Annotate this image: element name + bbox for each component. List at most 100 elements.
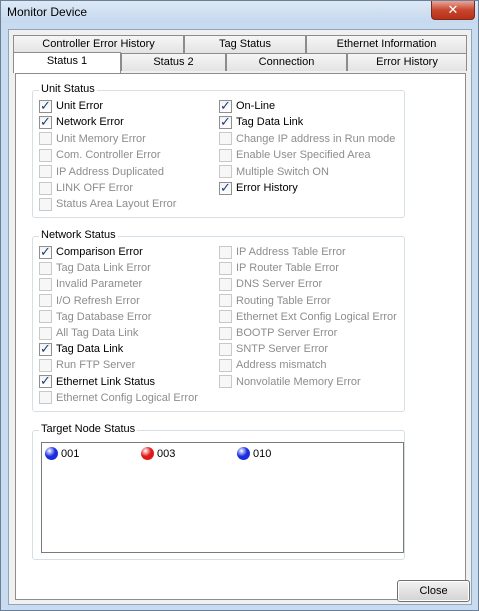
checkbox-box [219, 148, 232, 162]
checkbox-enable-user-specified-area: Enable User Specified Area [219, 148, 371, 162]
checkbox-label: Tag Data Link [56, 343, 124, 356]
checkbox-box[interactable]: ✓ [219, 97, 232, 113]
checkbox-box [219, 375, 232, 389]
checkbox-label: Network Error [56, 116, 124, 129]
unit-status-group: Unit Status ✓ Unit Error ✓ Network Error Uni… [32, 83, 405, 218]
checkbox-run-ftp-server: Run FTP Server [39, 358, 135, 372]
tab-ethernet-information[interactable]: Ethernet Information [306, 35, 467, 53]
checkbox-label: SNTP Server Error [236, 343, 329, 356]
checkbox-box [39, 326, 52, 340]
node-label: 001 [61, 447, 80, 460]
tab-label: Tag Status [219, 38, 271, 50]
checkbox-box[interactable]: ✓ [219, 180, 232, 195]
checkbox-label: Ethernet Config Logical Error [56, 391, 198, 404]
checkbox-box [219, 342, 232, 356]
checkbox-tag-data-link[interactable]: ✓ Tag Data Link [39, 340, 124, 356]
node-label: 003 [157, 447, 176, 460]
checkbox-ethernet-ext-config-logical-error: Ethernet Ext Config Logical Error [219, 310, 397, 324]
checkbox-label: Unit Error [56, 100, 104, 112]
checkbox-box [39, 197, 52, 211]
checkbox-box [219, 132, 232, 146]
checkbox-box[interactable]: ✓ [39, 373, 52, 389]
tab-status-2[interactable]: Status 2 [121, 53, 226, 71]
checkbox-network-error[interactable]: ✓ Network Error [39, 114, 124, 129]
checkbox-label: Ethernet Link Status [56, 375, 156, 388]
checkbox-box[interactable]: ✓ [219, 114, 232, 129]
checkbox-on-line[interactable]: ✓ On-Line [219, 97, 276, 113]
network-status-title: Network Status [39, 229, 118, 241]
checkbox-label: LINK OFF Error [56, 182, 134, 194]
checkbox-dns-server-error: DNS Server Error [219, 277, 322, 291]
checkbox-com-controller-error: Com. Controller Error [39, 148, 161, 162]
tab-tag-status[interactable]: Tag Status [184, 35, 306, 53]
check-icon: ✓ [40, 340, 51, 356]
checkbox-routing-table-error: Routing Table Error [219, 294, 331, 308]
checkbox-box [39, 261, 52, 275]
checkbox-box [39, 391, 52, 405]
tab-label: Error History [376, 56, 438, 68]
tab-status-1[interactable]: Status 1 [13, 52, 121, 73]
checkbox-box [39, 277, 52, 291]
checkbox-box [219, 165, 232, 179]
target-node-status-group: Target Node Status 001 003 010 [32, 423, 405, 560]
checkbox-ethernet-config-logical-error: Ethernet Config Logical Error [39, 391, 198, 405]
checkbox-tag-data-link[interactable]: ✓ Tag Data Link [219, 114, 304, 129]
checkbox-box [39, 165, 52, 179]
checkbox-label: Tag Data Link [236, 116, 304, 129]
checkbox-label: Status Area Layout Error [56, 198, 177, 211]
tab-connection[interactable]: Connection [226, 53, 347, 71]
tab-error-history[interactable]: Error History [347, 53, 467, 71]
check-icon: ✓ [40, 97, 51, 113]
checkbox-bootp-server-error: BOOTP Server Error [219, 326, 337, 340]
checkbox-label: IP Address Duplicated [56, 165, 165, 178]
checkbox-label: Address mismatch [236, 359, 327, 372]
checkbox-label: Nonvolatile Memory Error [236, 375, 361, 388]
status-1-panel: Unit Status ✓ Unit Error ✓ Network Error Uni… [15, 73, 466, 600]
checkbox-label: All Tag Data Link [56, 327, 139, 339]
checkbox-error-history[interactable]: ✓ Error History [219, 180, 298, 195]
checkbox-box [39, 132, 52, 146]
checkbox-box [219, 310, 232, 324]
close-button[interactable]: Close [397, 580, 470, 602]
checkbox-label: Ethernet Ext Config Logical Error [236, 310, 397, 323]
checkbox-comparison-error[interactable]: ✓ Comparison Error [39, 244, 143, 259]
node-status-icon [141, 447, 154, 460]
checkbox-label: Invalid Parameter [56, 278, 143, 291]
tab-label: Status 2 [153, 56, 194, 68]
checkbox-label: On-Line [236, 100, 276, 112]
tab-label: Ethernet Information [336, 38, 437, 50]
tab-label: Status 1 [46, 55, 88, 67]
checkbox-label: Tag Data Link Error [56, 262, 151, 275]
checkbox-box [219, 277, 232, 291]
window-title: Monitor Device [7, 5, 88, 19]
checkbox-change-ip-address-in-run-mode: Change IP address in Run mode [219, 132, 395, 146]
checkbox-box [219, 261, 232, 275]
checkbox-sntp-server-error: SNTP Server Error [219, 342, 328, 356]
checkbox-invalid-parameter: Invalid Parameter [39, 277, 142, 291]
checkbox-nonvolatile-memory-error: Nonvolatile Memory Error [219, 375, 361, 389]
checkbox-box [39, 294, 52, 308]
checkbox-tag-data-link-error: Tag Data Link Error [39, 261, 151, 275]
tab-label: Controller Error History [42, 38, 155, 50]
checkbox-box [219, 294, 232, 308]
checkbox-label: Tag Database Error [56, 310, 152, 323]
checkbox-box [219, 326, 232, 340]
checkbox-unit-error[interactable]: ✓ Unit Error [39, 97, 104, 113]
checkbox-box[interactable]: ✓ [39, 340, 52, 356]
checkbox-label: Com. Controller Error [56, 149, 161, 162]
checkbox-label: BOOTP Server Error [236, 327, 338, 339]
checkbox-unit-memory-error: Unit Memory Error [39, 132, 146, 146]
check-icon: ✓ [220, 97, 231, 113]
target-node-status-title: Target Node Status [39, 423, 138, 435]
checkbox-box[interactable]: ✓ [39, 244, 52, 259]
checkbox-ip-address-duplicated: IP Address Duplicated [39, 165, 164, 179]
checkbox-box[interactable]: ✓ [39, 97, 52, 113]
checkbox-box[interactable]: ✓ [39, 114, 52, 129]
checkbox-ethernet-link-status[interactable]: ✓ Ethernet Link Status [39, 373, 156, 389]
target-node-001: 001 [45, 447, 79, 460]
target-node-list: 001 003 010 [41, 442, 404, 553]
unit-status-title: Unit Status [39, 83, 97, 95]
window-close-icon[interactable]: ✕ [431, 1, 475, 20]
tab-controller-error-history[interactable]: Controller Error History [13, 35, 184, 53]
checkbox-address-mismatch: Address mismatch [219, 358, 326, 372]
